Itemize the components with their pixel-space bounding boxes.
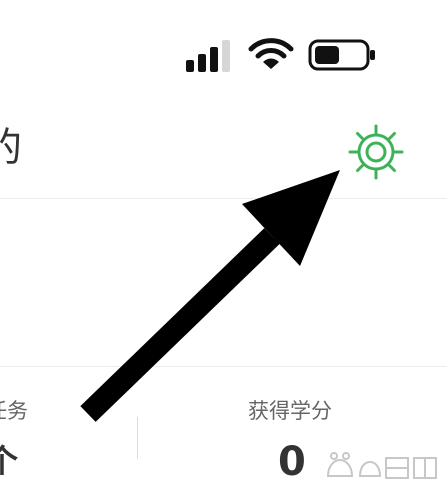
content-area (0, 199, 447, 366)
status-bar (0, 0, 447, 100)
stat-value-tasks: 个 (0, 442, 19, 480)
wifi-icon (248, 38, 294, 69)
baidu-watermark-logo (326, 452, 437, 479)
cellular-signal-icon (186, 40, 230, 72)
screen: 的 任务 个 获得学分 0 (0, 0, 447, 498)
page-header: 的 (0, 100, 447, 199)
battery-icon (308, 39, 375, 71)
stat-label-credits: 获得学分 (248, 399, 332, 423)
stat-value-credits: 0 (278, 439, 306, 485)
settings-button[interactable] (346, 122, 406, 182)
stat-divider (137, 417, 138, 459)
page-title: 的 (0, 125, 22, 171)
gear-icon (348, 124, 404, 180)
stat-label-tasks: 任务 (0, 399, 28, 423)
